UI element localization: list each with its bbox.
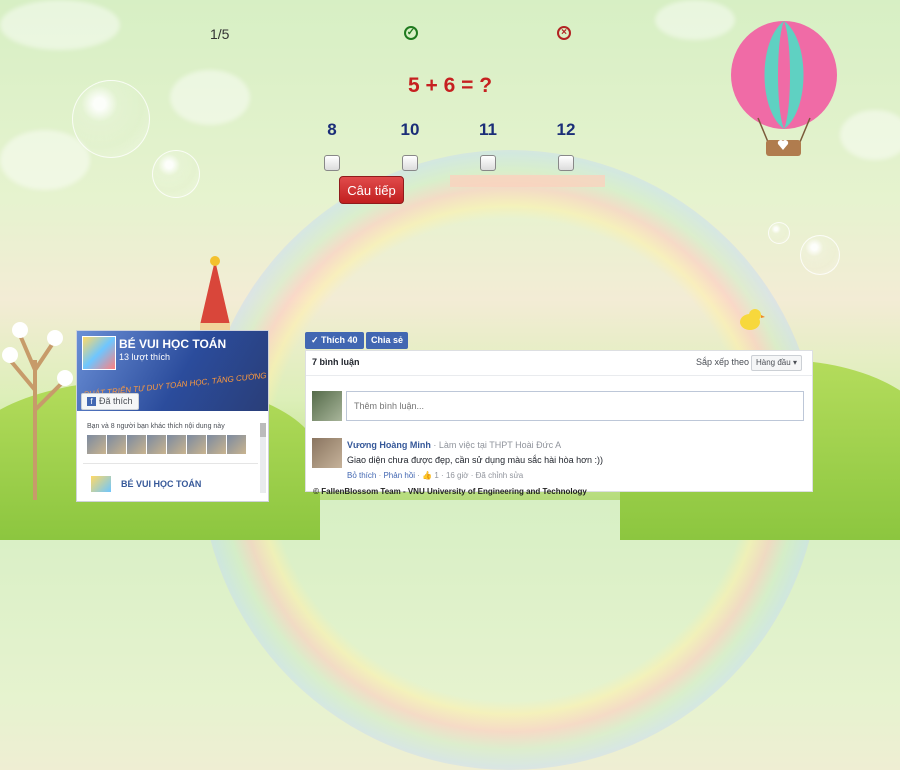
sort-dropdown[interactable]: Hàng đầu ▾: [751, 355, 802, 371]
divider: [306, 375, 812, 376]
check-circle-icon: ✓: [404, 26, 418, 40]
friend-avatar[interactable]: [87, 435, 106, 454]
answer-checkbox[interactable]: [402, 155, 418, 171]
bubble-decoration: [72, 80, 150, 158]
sort-value: Hàng đầu: [756, 358, 791, 367]
next-question-button[interactable]: Câu tiếp: [339, 176, 404, 204]
page-liked-button[interactable]: f Đã thích: [81, 393, 139, 410]
reaction-count[interactable]: 1: [434, 471, 438, 480]
comment-input[interactable]: [346, 391, 804, 421]
like-button-label: Thích 40: [321, 335, 358, 345]
facebook-comments-panel: 7 bình luận Sắp xếp theo Hàng đầu ▾ Vươn…: [305, 350, 813, 492]
commenter-name[interactable]: Vương Hoàng Minh: [347, 440, 431, 450]
friend-avatar[interactable]: [147, 435, 166, 454]
page-like-count: 13 lượt thích: [119, 352, 170, 362]
result-feedback-bar: [450, 175, 605, 187]
edited-label: Đã chỉnh sửa: [475, 471, 524, 480]
current-user-avatar: [312, 391, 342, 421]
liked-label: Đã thích: [99, 396, 133, 406]
page-footer: © FallenBlossom Team - VNU University of…: [313, 487, 587, 496]
bubble-decoration: [768, 222, 790, 244]
answer-checkbox[interactable]: [324, 155, 340, 171]
facebook-like-button[interactable]: ✓ Thích 40: [305, 332, 364, 349]
cloud-decoration: [655, 0, 735, 40]
facebook-f-icon: f: [87, 397, 96, 406]
comment-actions: Bỏ thích · Phản hồi · 👍 1 · 16 giờ · Đã …: [347, 471, 524, 480]
comment-header: Vương Hoàng Minh · Làm việc tại THPT Hoà…: [347, 440, 561, 450]
friend-avatar[interactable]: [107, 435, 126, 454]
bubble-decoration: [152, 150, 200, 198]
friends-like-text: Bạn và 8 người bạn khác thích nội dung n…: [87, 423, 225, 430]
facebook-share-button[interactable]: Chia sẻ: [366, 332, 409, 349]
caret-down-icon: ▾: [792, 358, 797, 367]
comment-text: Giao diện chưa được đẹp, cần sử dụng màu…: [347, 455, 604, 465]
sort-label: Sắp xếp theo: [696, 357, 750, 367]
friend-avatar[interactable]: [207, 435, 226, 454]
commenter-avatar[interactable]: [312, 438, 342, 468]
answer-option-label: 8: [327, 120, 337, 139]
widget-scrollbar[interactable]: [260, 423, 266, 493]
question-progress: 1/5: [210, 26, 230, 42]
check-icon: ✓: [311, 335, 322, 345]
answer-option-label: 10: [400, 120, 420, 139]
cloud-decoration: [170, 70, 250, 125]
facebook-page-widget: BÉ VUI HỌC TOÁN 13 lượt thích PHÁT TRIỂN…: [76, 330, 269, 502]
friend-avatar[interactable]: [127, 435, 146, 454]
bird-illustration: [740, 309, 765, 330]
cloud-decoration: [0, 130, 90, 190]
answer-option-label: 12: [556, 120, 576, 139]
castle-tower-illustration: [200, 256, 230, 335]
answer-option-label: 11: [479, 120, 497, 139]
x-circle-icon: ×: [557, 26, 571, 40]
tree-illustration: [2, 322, 73, 500]
bubble-decoration: [800, 235, 840, 275]
friends-avatars: [87, 435, 247, 459]
thumbs-up-icon: 👍: [422, 471, 433, 480]
unlike-link[interactable]: Bỏ thích: [347, 471, 376, 480]
cloud-decoration: [840, 110, 900, 160]
answer-checkbox[interactable]: [558, 155, 574, 171]
cloud-decoration: [0, 0, 120, 50]
commenter-meta: · Làm việc tại THPT Hoài Đức A: [430, 440, 562, 450]
page-name[interactable]: BÉ VUI HỌC TOÁN: [119, 337, 226, 351]
hot-air-balloon-illustration: [731, 21, 837, 156]
reply-link[interactable]: Phản hồi: [383, 471, 415, 480]
comment-count: 7 bình luận: [312, 357, 360, 367]
divider: [83, 463, 258, 464]
scrollbar-thumb[interactable]: [260, 423, 266, 437]
answer-checkbox[interactable]: [480, 155, 496, 171]
math-question: 5 + 6 = ?: [407, 74, 493, 97]
friend-avatar[interactable]: [187, 435, 206, 454]
friend-avatar[interactable]: [167, 435, 186, 454]
comment-time[interactable]: 16 giờ: [446, 471, 469, 480]
friend-avatar[interactable]: [227, 435, 246, 454]
page-avatar[interactable]: [82, 336, 116, 370]
